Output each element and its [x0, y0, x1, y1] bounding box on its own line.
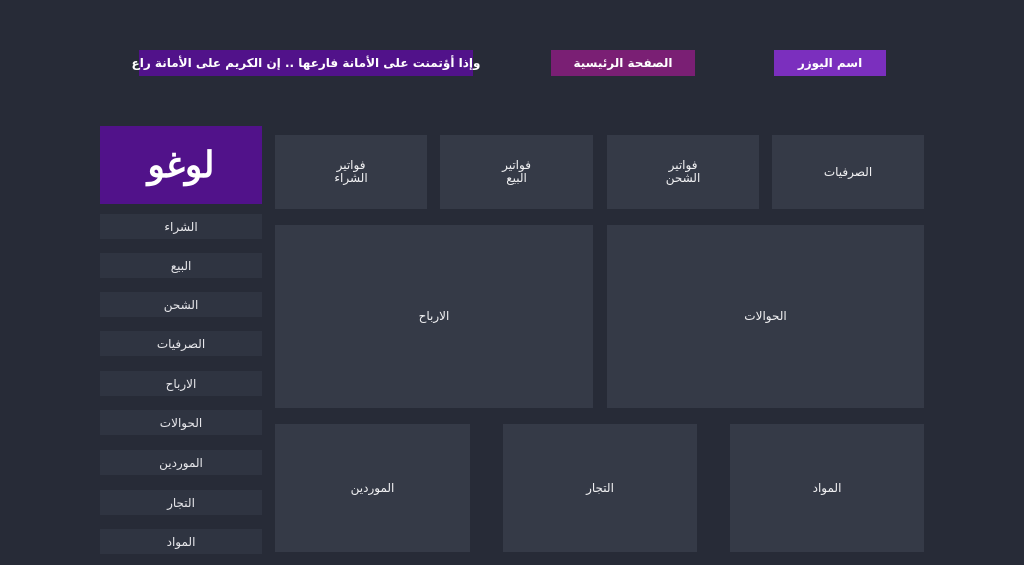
- home-page-button[interactable]: الصفحة الرئيسية: [551, 50, 695, 76]
- card-profits[interactable]: الارباح: [275, 225, 593, 408]
- card-materials[interactable]: المواد: [730, 424, 924, 552]
- card-merchants[interactable]: التجار: [503, 424, 697, 552]
- sidebar-item-materials[interactable]: المواد: [100, 529, 262, 554]
- card-shipping-invoices[interactable]: فواتير الشحن: [607, 135, 759, 209]
- sidebar-item-profits[interactable]: الارباح: [100, 371, 262, 396]
- sidebar-item-transfers[interactable]: الحوالات: [100, 410, 262, 435]
- sidebar-item-suppliers[interactable]: الموردين: [100, 450, 262, 475]
- sidebar-item-purchase[interactable]: الشراء: [100, 214, 262, 239]
- username-button[interactable]: اسم اليوزر: [774, 50, 886, 76]
- logo: لوغو: [100, 126, 262, 204]
- sidebar-item-shipping[interactable]: الشحن: [100, 292, 262, 317]
- card-sales-invoices[interactable]: فواتير البيع: [440, 135, 593, 209]
- sidebar-item-sales[interactable]: البيع: [100, 253, 262, 278]
- card-transfers[interactable]: الحوالات: [607, 225, 924, 408]
- card-expenses[interactable]: الصرفيات: [772, 135, 924, 209]
- card-purchase-invoices[interactable]: فواتير الشراء: [275, 135, 427, 209]
- sidebar-item-merchants[interactable]: التجار: [100, 490, 262, 515]
- sidebar-item-expenses[interactable]: الصرفيات: [100, 331, 262, 356]
- card-suppliers[interactable]: الموردين: [275, 424, 470, 552]
- header-quote-banner: وإذا أؤتمنت على الأمانة فارعها .. إن الك…: [132, 50, 480, 76]
